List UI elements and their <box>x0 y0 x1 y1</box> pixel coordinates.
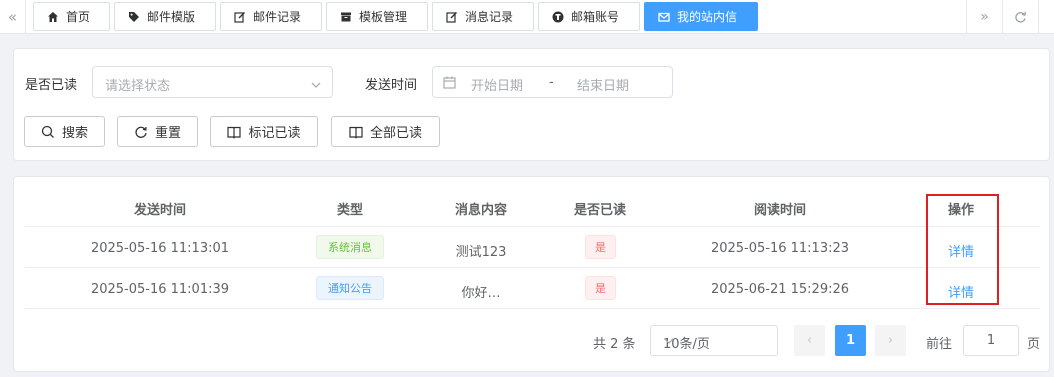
chevron-down-icon <box>310 76 322 88</box>
mark-read-button-label: 标记已读 <box>248 126 301 141</box>
tab-message-records[interactable]: 消息记录 <box>432 2 534 31</box>
goto-label: 前往 <box>926 337 953 352</box>
tab-mail-accounts[interactable]: 邮箱账号 <box>538 2 640 31</box>
goto-page-input[interactable] <box>963 325 1019 356</box>
read-status-select[interactable]: 请选择状态 <box>92 66 333 98</box>
book-icon <box>227 125 242 139</box>
row-divider <box>25 267 1040 268</box>
read-status-label: 是否已读 <box>25 78 78 93</box>
search-button-label: 搜索 <box>61 126 88 141</box>
tab-label: 邮件模版 <box>147 10 196 24</box>
filter-panel: 是否已读 请选择状态 发送时间 开始日期 - 结束日期 搜索 重置 标记已读 全… <box>13 48 1050 161</box>
end-date-input[interactable]: 结束日期 <box>577 75 629 94</box>
book-icon <box>349 125 363 139</box>
tab-label: 首页 <box>66 10 91 24</box>
tab-my-messages[interactable]: 我的站内信 <box>644 2 758 31</box>
column-header-read[interactable]: 是否已读 <box>550 199 650 218</box>
mark-all-read-button[interactable]: 全部已读 <box>331 116 440 147</box>
type-tag: 通知公告 <box>316 276 384 300</box>
pagination-total: 共 2 条 <box>593 337 636 352</box>
actions-column-highlight <box>926 194 999 305</box>
read-status-tag: 是 <box>585 276 616 300</box>
search-icon <box>41 125 55 139</box>
tab-label: 我的站内信 <box>677 10 738 24</box>
page-size-select[interactable]: 10条/页 <box>650 325 778 356</box>
tabs-bar: « 首页 邮件模版 邮件记录 模板管理 消息记录 邮箱账号 我的站内信 » <box>0 0 1054 34</box>
chevron-down-icon <box>663 335 675 347</box>
cell-send-time: 2025-05-16 11:01:39 <box>90 282 230 297</box>
read-status-tag: 是 <box>585 235 616 259</box>
chevron-right-icon: › <box>887 333 894 348</box>
chevron-left-icon: ‹ <box>806 333 813 348</box>
tab-label: 邮件记录 <box>253 10 302 24</box>
mail-icon <box>658 11 670 23</box>
send-time-label: 发送时间 <box>365 78 418 93</box>
mark-read-button[interactable]: 标记已读 <box>210 116 318 147</box>
page-number-button[interactable]: 1 <box>835 325 866 356</box>
row-divider <box>25 308 1040 309</box>
row-divider <box>25 226 1040 227</box>
page-suffix-label: 页 <box>1027 337 1041 352</box>
messages-table-panel: 发送时间 类型 消息内容 是否已读 阅读时间 操作 2025-05-16 11:… <box>13 176 1050 372</box>
refresh-icon <box>134 125 148 139</box>
tab-template-management[interactable]: 模板管理 <box>326 2 428 31</box>
tab-home[interactable]: 首页 <box>33 2 110 31</box>
edit-icon <box>446 11 458 23</box>
account-icon <box>552 11 564 23</box>
folder-icon <box>340 11 352 23</box>
type-tag: 系统消息 <box>316 235 384 259</box>
column-header-send-time[interactable]: 发送时间 <box>110 199 210 218</box>
column-header-read-time[interactable]: 阅读时间 <box>730 199 830 218</box>
tabs-more[interactable] <box>1038 0 1054 34</box>
calendar-icon <box>443 76 456 89</box>
tab-label: 消息记录 <box>465 10 514 24</box>
refresh-icon[interactable] <box>1002 0 1038 34</box>
cell-read-time: 2025-05-16 11:13:23 <box>710 241 850 256</box>
current-page-label: 1 <box>845 333 856 348</box>
prev-page-button[interactable]: ‹ <box>794 325 825 356</box>
cell-content: 测试123 <box>455 245 507 260</box>
tag-icon <box>128 11 140 23</box>
send-time-range-picker[interactable]: 开始日期 - 结束日期 <box>432 66 673 98</box>
next-page-button[interactable]: › <box>875 325 906 356</box>
tab-mail-template[interactable]: 邮件模版 <box>114 2 216 31</box>
tab-label: 邮箱账号 <box>571 10 620 24</box>
tab-label: 模板管理 <box>359 10 408 24</box>
search-button[interactable]: 搜索 <box>24 116 105 147</box>
cell-read-time: 2025-06-21 15:29:26 <box>710 282 850 297</box>
home-icon <box>47 11 59 23</box>
mark-all-read-button-label: 全部已读 <box>369 126 422 141</box>
read-status-placeholder: 请选择状态 <box>105 79 171 94</box>
reset-button[interactable]: 重置 <box>117 116 198 147</box>
range-separator: - <box>549 75 554 90</box>
start-date-input[interactable]: 开始日期 <box>471 75 523 94</box>
edit-icon <box>234 11 246 23</box>
cell-content: 你好… <box>461 286 501 301</box>
cell-send-time: 2025-05-16 11:13:01 <box>90 241 230 256</box>
column-header-type[interactable]: 类型 <box>300 199 400 218</box>
column-header-content[interactable]: 消息内容 <box>431 199 531 218</box>
tabs-scroll-left-icon[interactable]: « <box>0 0 26 34</box>
tab-mail-records[interactable]: 邮件记录 <box>220 2 322 31</box>
reset-button-label: 重置 <box>154 126 181 141</box>
tabs-scroll-right-icon[interactable]: » <box>966 0 1002 34</box>
